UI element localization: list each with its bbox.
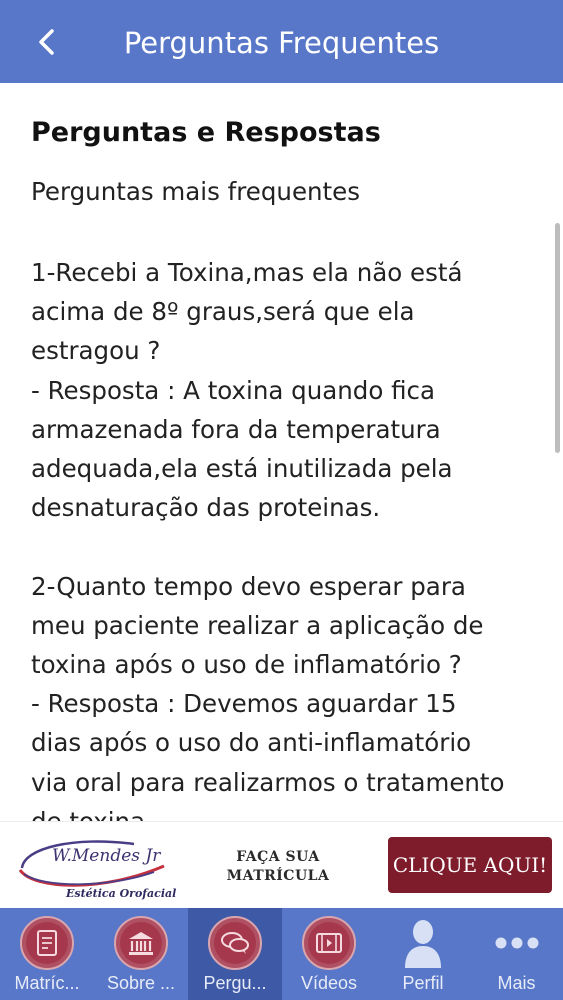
faq-line: dias após o uso do anti-inflamatório: [31, 728, 472, 758]
tab-perfil[interactable]: Perfil: [376, 908, 470, 1000]
chat-bubbles-icon: [208, 916, 262, 970]
promo-text: FAÇA SUA MATRÍCULA: [200, 848, 356, 886]
film-icon: [302, 916, 356, 970]
faq-line: meu paciente realizar a aplicação de: [31, 610, 484, 640]
ad-banner[interactable]: W.Mendes Jr Estética Orofacial FAÇA SUA …: [0, 821, 563, 909]
tab-label: Pergu...: [203, 973, 267, 993]
faq-line: via oral para realizarmos o tratamento: [31, 767, 505, 797]
logo-subtitle: Estética Orofacial: [66, 887, 177, 900]
cta-button[interactable]: CLIQUE AQUI!: [388, 837, 552, 893]
tab-mais[interactable]: Mais: [470, 908, 563, 1000]
faq-line: 2-Quanto tempo devo esperar para: [31, 571, 466, 601]
logo-name: W.Mendes Jr: [52, 846, 161, 866]
faq-line: adequada,ela está inutilizada pela: [31, 454, 453, 484]
promo-line: MATRÍCULA: [226, 868, 330, 884]
tab-label: Perfil: [402, 973, 444, 993]
tab-bar: Matríc... Sobre ... Pergu... Vídeos Perf…: [0, 908, 563, 1000]
tab-label: Matríc...: [14, 973, 80, 993]
faq-line: armazenada fora da temperatura: [31, 414, 441, 444]
faq-text: 1-Recebi a Toxina,mas ela não está acima…: [31, 253, 531, 821]
top-nav-bar: Perguntas Frequentes: [0, 0, 563, 83]
tab-perguntas[interactable]: Pergu...: [188, 908, 282, 1000]
faq-line: acima de 8º graus,será que ela: [31, 297, 415, 327]
section-subtitle: Perguntas mais frequentes: [31, 177, 360, 206]
faq-content[interactable]: Perguntas e Respostas Perguntas mais fre…: [0, 83, 563, 821]
promo-line: FAÇA SUA: [236, 849, 320, 865]
tab-label: Vídeos: [300, 973, 358, 993]
person-icon: [396, 916, 450, 970]
tab-videos[interactable]: Vídeos: [282, 908, 376, 1000]
brand-logo: W.Mendes Jr Estética Orofacial: [14, 830, 177, 900]
more-dots-icon: [490, 916, 544, 970]
faq-line: estragou ?: [31, 336, 161, 366]
section-title: Perguntas e Respostas: [31, 117, 381, 148]
faq-line: - Resposta : Devemos aguardar 15: [31, 689, 457, 719]
faq-line: - Resposta : A toxina quando fica: [31, 375, 436, 405]
faq-line: 1-Recebi a Toxina,mas ela não está: [31, 258, 463, 287]
page-title: Perguntas Frequentes: [123, 26, 440, 60]
tab-label: Sobre ...: [106, 973, 176, 993]
document-icon: [20, 916, 74, 970]
tab-matricula[interactable]: Matríc...: [0, 908, 94, 1000]
faq-line: toxina após o uso de inflamatório ?: [31, 650, 462, 680]
tab-sobre[interactable]: Sobre ...: [94, 908, 188, 1000]
scrollbar[interactable]: [555, 223, 560, 453]
tab-label: Mais: [497, 973, 536, 993]
faq-line: desnaturação das proteinas.: [31, 493, 381, 523]
faq-line: de toxina.: [31, 802, 531, 821]
bank-icon: [114, 916, 168, 970]
